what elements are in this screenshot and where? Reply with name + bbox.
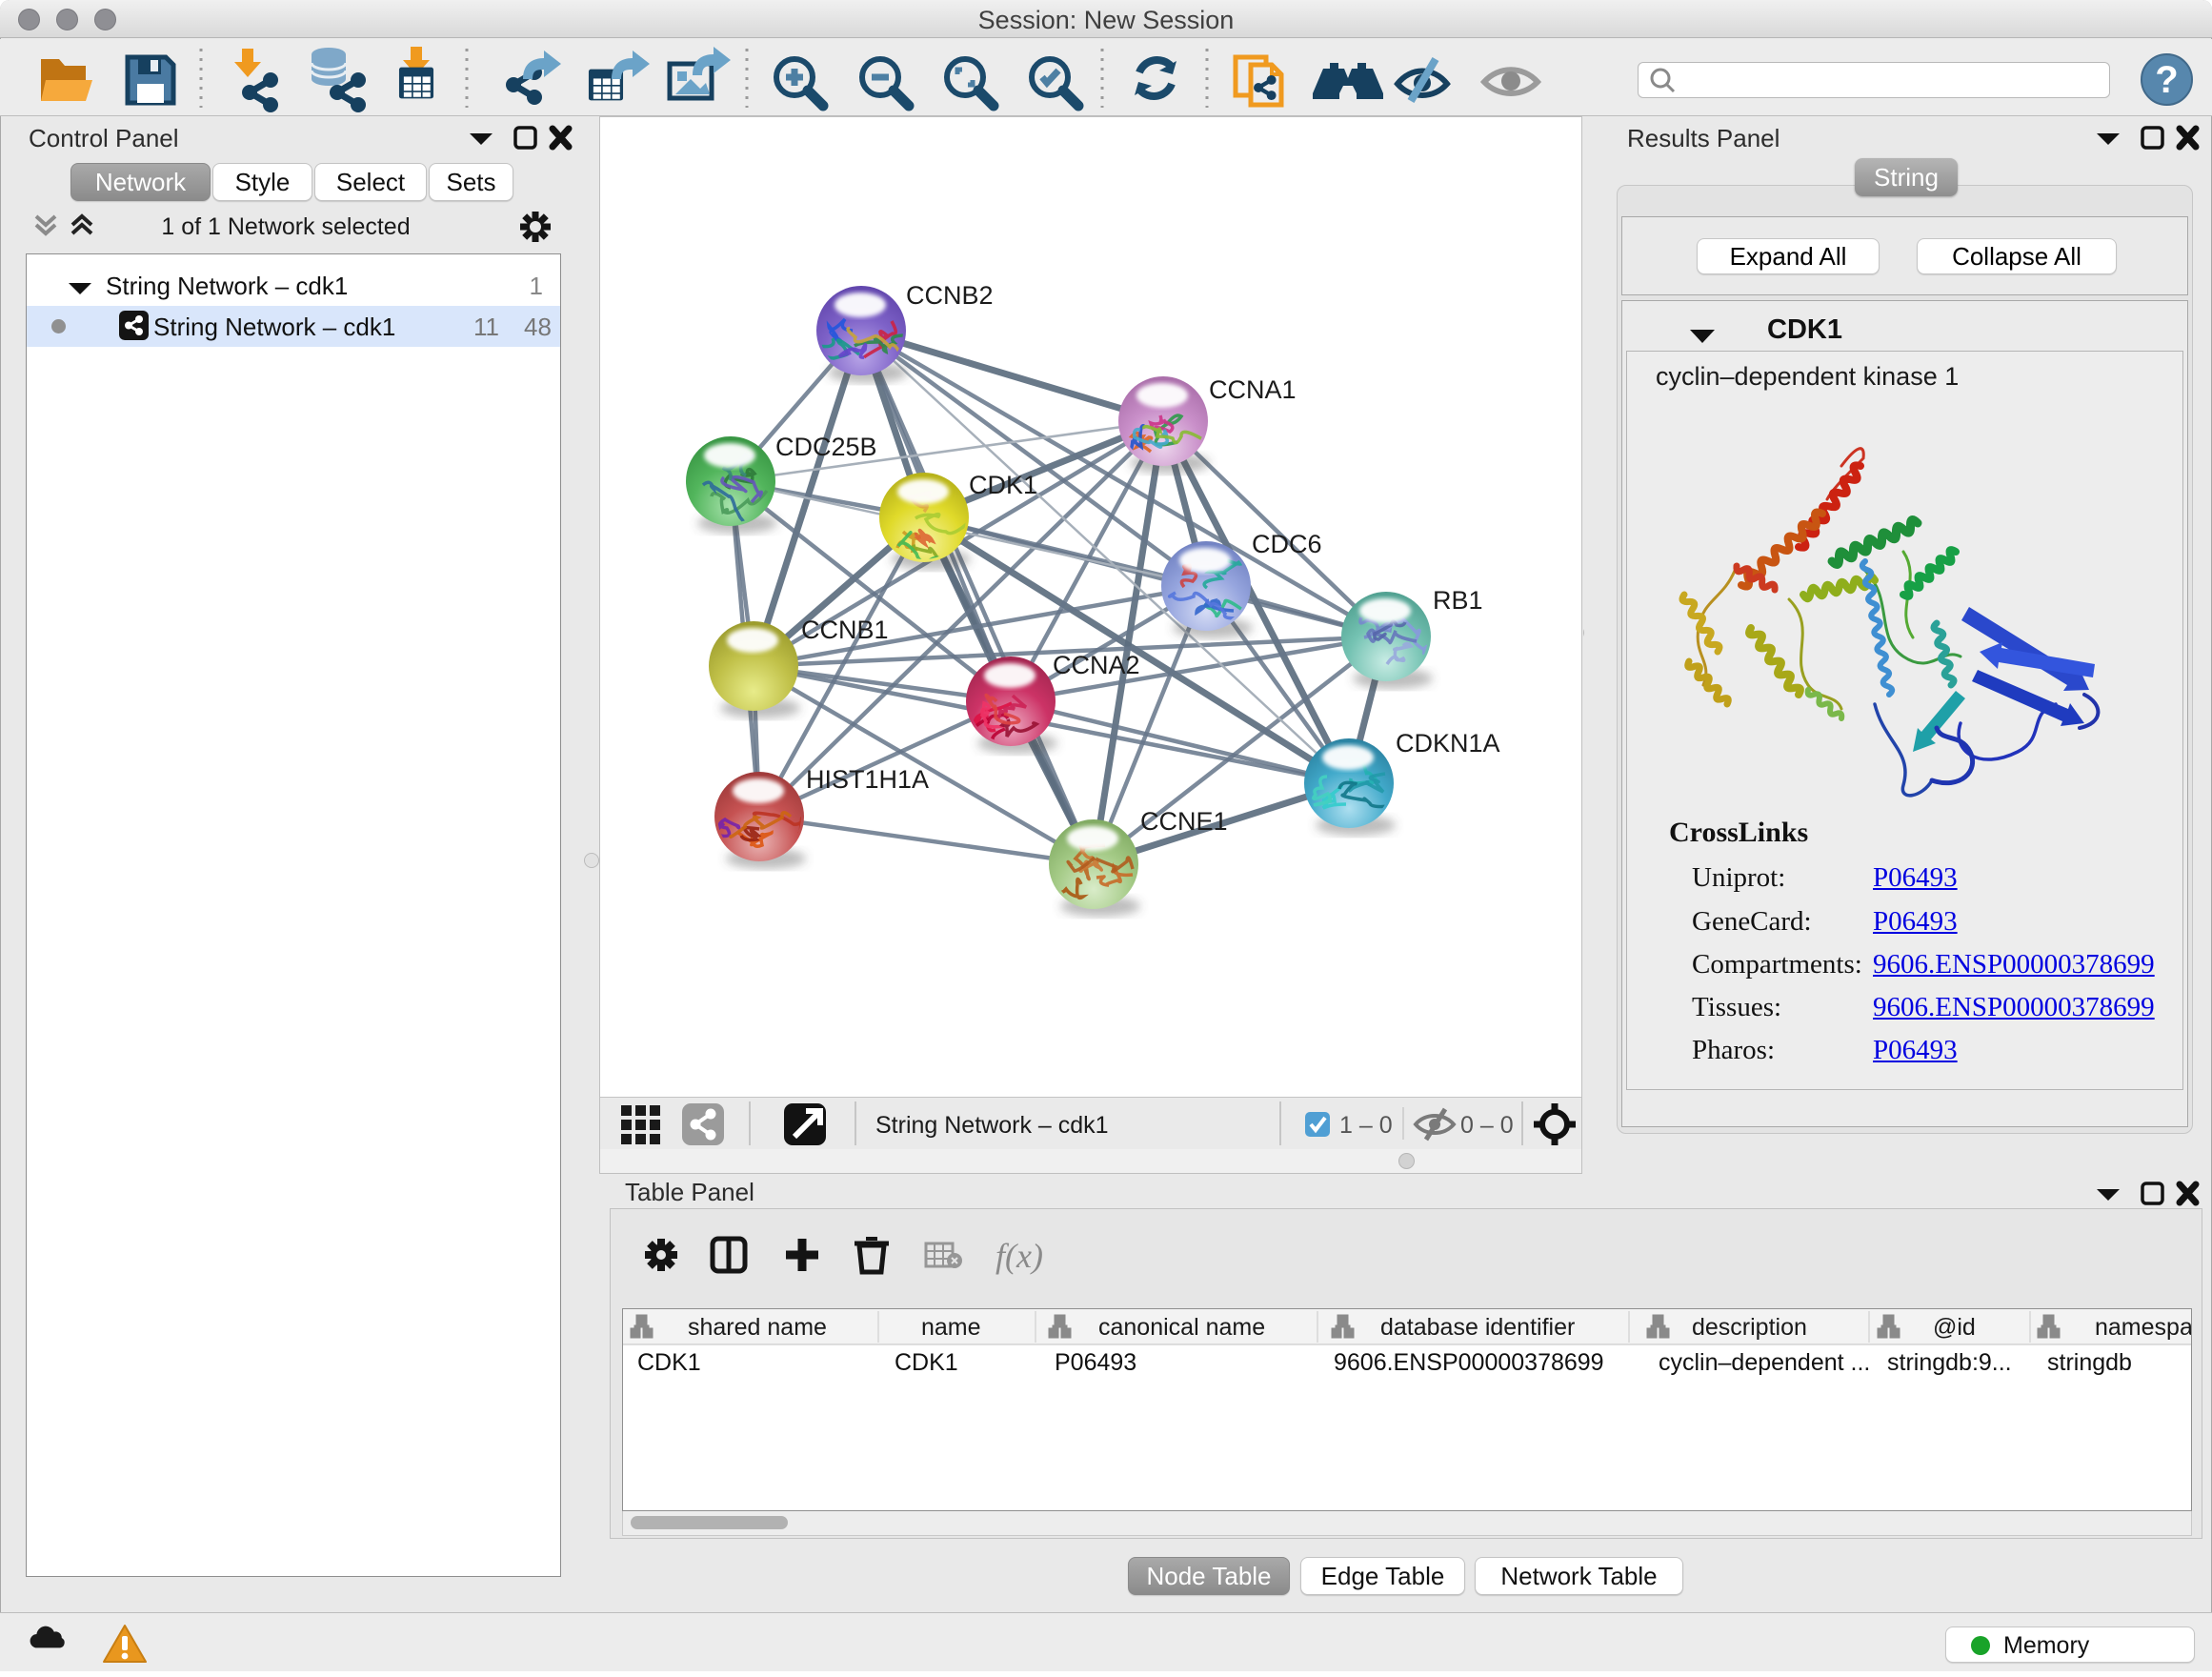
svg-text:CDK1: CDK1 <box>637 1349 701 1376</box>
svg-text:description: description <box>1692 1314 1807 1341</box>
svg-text:CDKN1A: CDKN1A <box>1396 729 1500 758</box>
svg-text:RB1: RB1 <box>1433 586 1483 615</box>
svg-text:CCNB2: CCNB2 <box>906 281 994 310</box>
svg-text:CCNA1: CCNA1 <box>1209 375 1297 404</box>
svg-text:CDC6: CDC6 <box>1252 530 1322 558</box>
svg-text:CDK1: CDK1 <box>895 1349 958 1376</box>
svg-text:1 – 0: 1 – 0 <box>1339 1112 1393 1139</box>
svg-text:name: name <box>921 1314 981 1341</box>
svg-text:CCNB1: CCNB1 <box>801 616 889 644</box>
svg-text:String Network – cdk1: String Network – cdk1 <box>875 1112 1109 1139</box>
svg-text:f(x): f(x) <box>995 1237 1043 1275</box>
svg-text:CDK1: CDK1 <box>969 471 1037 499</box>
svg-text:stringdb:9...: stringdb:9... <box>1887 1349 2012 1376</box>
svg-text:@id: @id <box>1933 1314 1976 1341</box>
svg-text:P06493: P06493 <box>1055 1349 1136 1376</box>
svg-text:0 – 0: 0 – 0 <box>1460 1112 1514 1139</box>
svg-text:canonical name: canonical name <box>1098 1314 1265 1341</box>
svg-text:stringdb: stringdb <box>2047 1349 2132 1376</box>
svg-text:CDC25B: CDC25B <box>775 433 877 461</box>
svg-text:CCNE1: CCNE1 <box>1140 807 1228 836</box>
svg-text:cyclin–dependent ...: cyclin–dependent ... <box>1659 1349 1870 1376</box>
svg-text:namespac: namespac <box>2095 1314 2191 1341</box>
svg-text:database identifier: database identifier <box>1380 1314 1575 1341</box>
svg-text:CCNA2: CCNA2 <box>1053 651 1140 679</box>
svg-text:9606.ENSP00000378699: 9606.ENSP00000378699 <box>1334 1349 1604 1376</box>
svg-text:HIST1H1A: HIST1H1A <box>806 765 929 794</box>
svg-text:shared name: shared name <box>688 1314 827 1341</box>
